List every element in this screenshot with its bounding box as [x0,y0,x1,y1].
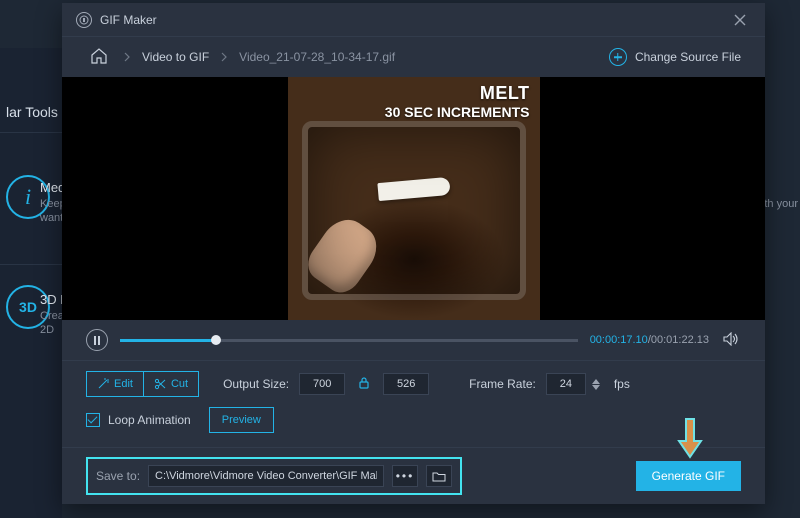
save-to-group: Save to: ••• [86,457,462,495]
lock-icon [359,377,369,389]
breadcrumb-current: Video_21-07-28_10-34-17.gif [239,50,395,64]
window-title: GIF Maker [100,13,157,27]
change-source-button[interactable]: Change Source File [609,48,741,66]
preview-button[interactable]: Preview [209,407,274,433]
loop-animation-toggle[interactable]: Loop Animation [86,413,191,427]
output-height-input[interactable] [383,373,429,395]
checkbox-icon [86,413,100,427]
callout-arrow-icon [677,417,703,459]
frame-rate-input[interactable] [546,373,586,395]
frame-rate-spinner [592,379,600,390]
time-display: 00:00:17.10/00:01:22.13 [590,334,709,346]
volume-button[interactable] [721,330,741,351]
lock-aspect-toggle[interactable] [359,377,369,392]
seek-slider[interactable] [120,339,578,342]
breadcrumb-row: Video to GIF Video_21-07-28_10-34-17.gif… [62,37,765,77]
frame-rate-label: Frame Rate: [469,377,536,391]
close-button[interactable] [729,9,751,31]
fps-unit: fps [614,377,630,391]
video-overlay-text: MELT 30 SEC INCREMENTS [385,83,530,120]
save-path-input[interactable] [148,465,384,487]
total-time: 00:01:22.13 [651,334,709,346]
folder-icon [432,471,446,482]
gif-maker-modal: GIF Maker Video to GIF Video_21-07-28_10… [62,3,765,504]
controls-row-1: Edit Cut Output Size: Frame Rate: fps [62,361,765,403]
cut-button[interactable]: Cut [144,371,199,397]
chevron-right-icon [124,52,130,62]
change-source-label: Change Source File [635,50,741,64]
playback-bar: 00:00:17.10/00:01:22.13 [62,320,765,360]
open-folder-button[interactable] [426,465,452,487]
seek-thumb[interactable] [211,335,221,345]
home-button[interactable] [86,46,112,69]
output-size-label: Output Size: [223,377,289,391]
magic-wand-icon [97,378,109,390]
spinner-down[interactable] [592,385,600,390]
video-frame: MELT 30 SEC INCREMENTS [288,77,540,320]
save-to-label: Save to: [96,469,140,483]
breadcrumb-root[interactable]: Video to GIF [142,50,209,64]
plus-circle-icon [609,48,627,66]
spinner-up[interactable] [592,379,600,384]
titlebar: GIF Maker [62,3,765,37]
video-preview[interactable]: MELT 30 SEC INCREMENTS [62,77,765,320]
edit-button[interactable]: Edit [86,371,144,397]
bottom-bar: Save to: ••• Generate GIF [62,448,765,504]
controls-row-2: Loop Animation Preview [62,403,765,447]
generate-gif-button[interactable]: Generate GIF [636,461,741,491]
more-path-button[interactable]: ••• [392,465,418,487]
app-icon [76,12,92,28]
scissors-icon [154,378,166,390]
current-time: 00:00:17.10 [590,334,648,346]
chevron-right-icon [221,52,227,62]
pause-button[interactable] [86,329,108,351]
background-heading: lar Tools [6,104,58,120]
ellipsis-icon: ••• [396,469,415,483]
output-width-input[interactable] [299,373,345,395]
